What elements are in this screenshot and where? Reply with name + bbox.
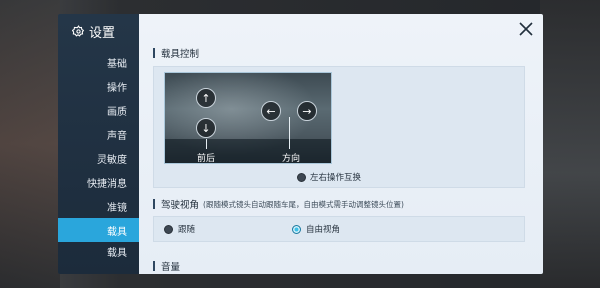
vehicle-control-header: 载具控制 <box>153 46 199 60</box>
free-view-radio[interactable] <box>292 224 301 234</box>
down-arrow-icon: ↓ <box>196 118 216 138</box>
background-left-scene <box>0 0 60 288</box>
up-arrow-icon: ↑ <box>196 88 216 108</box>
camera-header: 驾驶视角 (跟随模式镜头自动跟随车尾，自由模式需手动调整镜头位置) <box>153 197 404 211</box>
follow-radio[interactable] <box>164 224 173 234</box>
background-right-scene <box>540 0 600 288</box>
gear-icon <box>72 24 85 37</box>
section-marker <box>153 261 155 271</box>
sidebar-item-sensitivity[interactable]: 灵敏度 <box>58 146 139 170</box>
camera-subtitle: (跟随模式镜头自动跟随车尾，自由模式需手动调整镜头位置) <box>203 199 404 209</box>
camera-option-free[interactable]: 自由视角 <box>292 223 340 235</box>
sidebar-item-basic[interactable]: 基础 <box>58 50 139 74</box>
swap-controls-label: 左右操作互换 <box>310 173 362 183</box>
close-icon <box>519 22 533 36</box>
section-marker <box>153 48 155 58</box>
free-view-label: 自由视角 <box>306 225 341 235</box>
swap-controls-option[interactable]: 左右操作互换 <box>297 171 361 183</box>
control-layout-preview: ↑ ↓ ← → 前后 方向 <box>164 72 332 164</box>
sidebar-item-controls[interactable]: 操作 <box>58 74 139 98</box>
follow-label: 跟随 <box>178 225 196 235</box>
sidebar-item-quick-message[interactable]: 快捷消息 <box>58 170 139 194</box>
camera-title: 驾驶视角 <box>161 200 200 211</box>
volume-header: 音量 <box>153 258 180 274</box>
right-arrow-icon: → <box>297 101 317 121</box>
volume-title: 音量 <box>161 262 181 273</box>
sidebar-item-partial[interactable]: 载具 <box>58 244 139 258</box>
swap-radio[interactable] <box>297 172 306 182</box>
vehicle-control-title: 载具控制 <box>161 49 200 60</box>
section-marker <box>153 199 155 209</box>
sidebar-item-sound[interactable]: 声音 <box>58 122 139 146</box>
settings-title: 设置 <box>72 21 115 41</box>
close-button[interactable] <box>519 21 533 36</box>
sidebar-item-graphics[interactable]: 画质 <box>58 98 139 122</box>
settings-title-text: 设置 <box>89 25 116 41</box>
direction-guide-line <box>289 117 290 149</box>
settings-dialog: 设置 基础 操作 画质 声音 灵敏度 快捷消息 准镜 载具 载具 载具控制 ↑ … <box>58 14 543 274</box>
sidebar-item-vehicle[interactable]: 载具 <box>58 218 139 242</box>
settings-content: 载具控制 ↑ ↓ ← → 前后 方向 左右操作互换 驾驶视角 (跟随模式镜头自动… <box>139 14 543 274</box>
camera-option-follow[interactable]: 跟随 <box>164 223 195 235</box>
front-back-label: 前后 <box>197 154 216 164</box>
preview-label-bar <box>165 139 331 163</box>
settings-sidebar: 设置 基础 操作 画质 声音 灵敏度 快捷消息 准镜 载具 载具 <box>58 14 139 274</box>
left-arrow-icon: ← <box>261 101 281 121</box>
front-back-guide-line <box>206 139 207 149</box>
sidebar-item-scope[interactable]: 准镜 <box>58 194 139 218</box>
direction-label: 方向 <box>282 154 301 164</box>
